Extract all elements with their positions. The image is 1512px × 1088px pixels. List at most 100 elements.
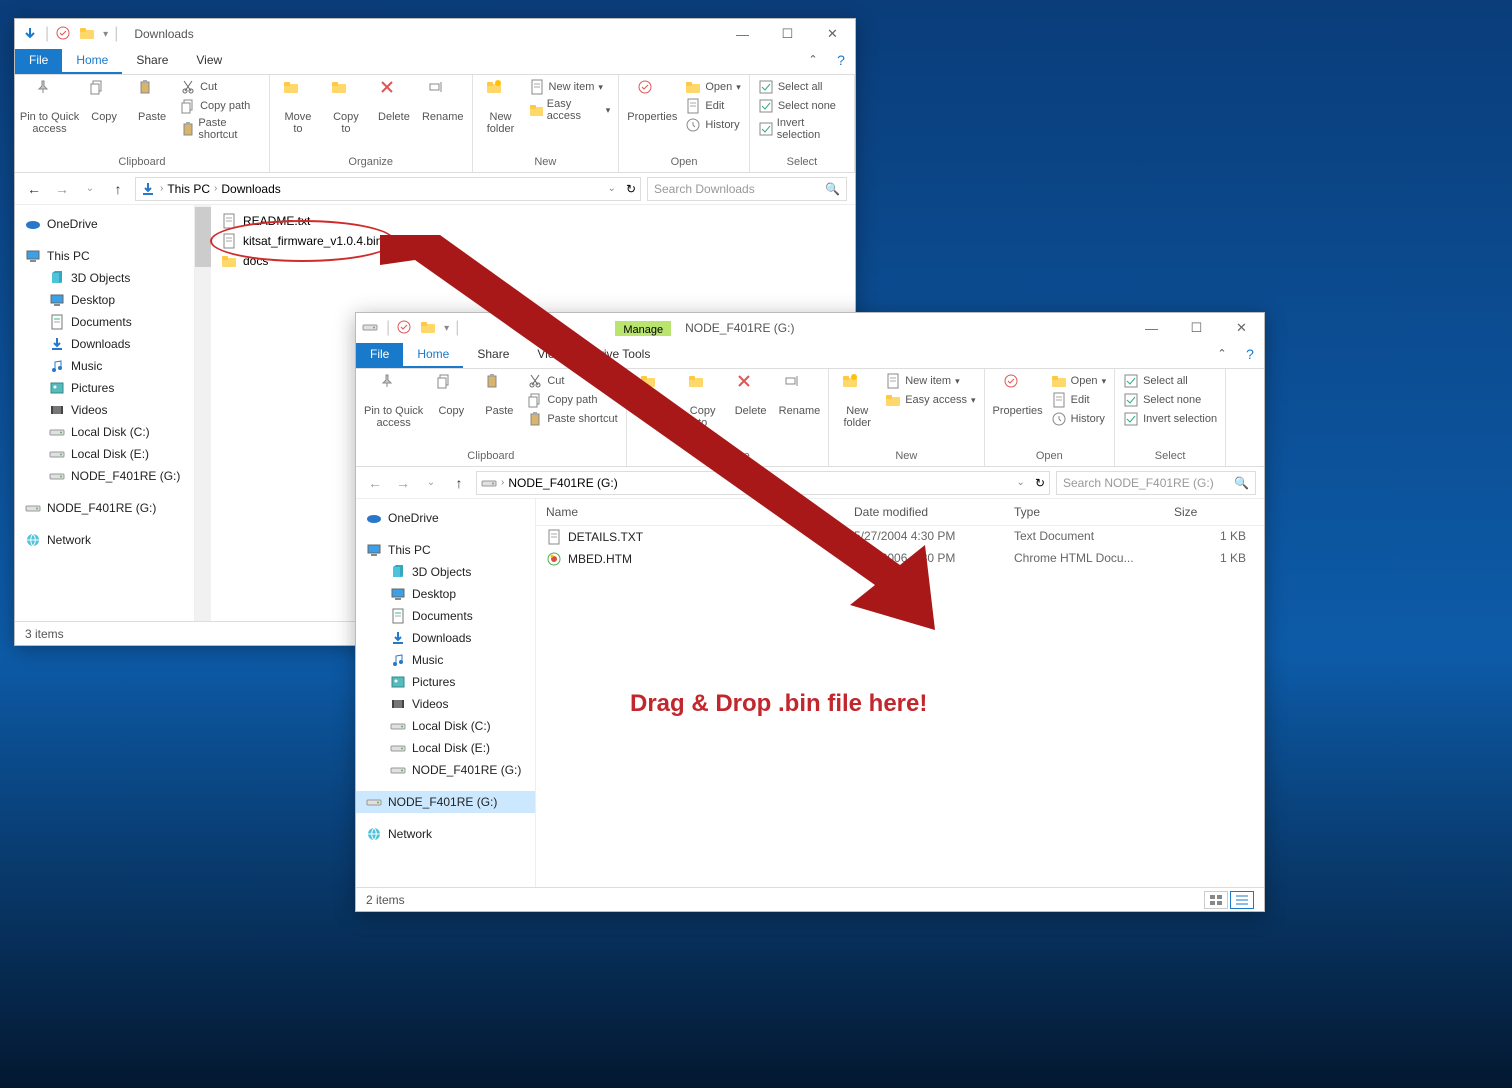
select-none-button[interactable]: Select none (758, 98, 846, 114)
breadcrumb-node[interactable]: NODE_F401RE (G:) (508, 476, 617, 490)
view-details[interactable] (1230, 891, 1254, 909)
new-folder-button[interactable]: New folder (837, 373, 877, 429)
properties-icon[interactable] (396, 319, 414, 337)
context-tab-manage[interactable]: Manage (615, 321, 671, 336)
nav-videos[interactable]: Videos (356, 693, 535, 715)
navigation-pane[interactable]: OneDrive This PC 3D Objects Desktop Docu… (356, 499, 536, 887)
ribbon-toggle[interactable]: ⌃ (1204, 343, 1240, 368)
search-input[interactable]: Search NODE_F401RE (G:)🔍 (1056, 471, 1256, 495)
nav-onedrive[interactable]: OneDrive (15, 213, 194, 235)
folder-icon[interactable] (79, 25, 97, 43)
titlebar[interactable]: | ▾ | Manage NODE_F401RE (G:) — ☐ ✕ (356, 313, 1264, 343)
delete-button[interactable]: Delete (731, 373, 771, 417)
forward-button[interactable]: → (51, 178, 73, 200)
nav-desktop[interactable]: Desktop (15, 289, 194, 311)
edit-button[interactable]: Edit (685, 98, 740, 114)
properties-icon[interactable] (55, 25, 73, 43)
qat-dropdown[interactable]: ▾ (444, 323, 449, 334)
tab-file[interactable]: File (356, 343, 403, 368)
rename-button[interactable]: Rename (779, 373, 821, 417)
file-mbed-htm[interactable]: MBED.HTM 5/27/2006 4:30 PM Chrome HTML D… (536, 548, 1264, 570)
nav-videos[interactable]: Videos (15, 399, 194, 421)
paste-button[interactable]: Paste (132, 79, 172, 123)
invert-selection-button[interactable]: Invert selection (1123, 411, 1217, 427)
nav-downloads[interactable]: Downloads (356, 627, 535, 649)
copy-button[interactable]: Copy (84, 79, 124, 123)
nav-downloads[interactable]: Downloads (15, 333, 194, 355)
col-name[interactable]: Name (546, 505, 854, 519)
paste-button[interactable]: Paste (479, 373, 519, 417)
breadcrumb[interactable]: › NODE_F401RE (G:) ⌄ ↻ (476, 471, 1050, 495)
nav-pictures[interactable]: Pictures (15, 377, 194, 399)
up-button[interactable]: ↑ (107, 178, 129, 200)
nav-music[interactable]: Music (15, 355, 194, 377)
breadcrumb-thispc[interactable]: This PC (167, 182, 210, 196)
view-large-icons[interactable] (1204, 891, 1228, 909)
recent-button[interactable]: ⌄ (420, 472, 442, 494)
folder-icon[interactable] (420, 319, 438, 337)
copy-to-button[interactable]: Copy to (326, 79, 366, 135)
copy-path-button[interactable]: Copy path (527, 392, 617, 408)
navigation-pane[interactable]: OneDrive This PC 3D Objects Desktop Docu… (15, 205, 195, 621)
copy-to-button[interactable]: Copy to (683, 373, 723, 429)
nav-local-c[interactable]: Local Disk (C:) (356, 715, 535, 737)
minimize-button[interactable]: — (1129, 313, 1174, 343)
qat-dropdown[interactable]: ▾ (103, 29, 108, 40)
back-button[interactable]: ← (23, 178, 45, 200)
nav-music[interactable]: Music (356, 649, 535, 671)
copy-button[interactable]: Copy (431, 373, 471, 417)
nav-scrollbar[interactable] (195, 205, 211, 621)
up-button[interactable]: ↑ (448, 472, 470, 494)
recent-button[interactable]: ⌄ (79, 178, 101, 200)
forward-button[interactable]: → (392, 472, 414, 494)
col-size[interactable]: Size (1174, 505, 1254, 519)
properties-button[interactable]: Properties (993, 373, 1043, 417)
easy-access-button[interactable]: Easy access▾ (529, 98, 611, 122)
tab-view[interactable]: View (523, 343, 577, 368)
file-firmware-bin[interactable]: kitsat_firmware_v1.0.4.bin (221, 231, 845, 251)
invert-selection-button[interactable]: Invert selection (758, 117, 846, 141)
edit-button[interactable]: Edit (1051, 392, 1106, 408)
delete-button[interactable]: Delete (374, 79, 414, 123)
file-list[interactable]: DETAILS.TXT 5/27/2004 4:30 PM Text Docum… (536, 526, 1264, 887)
titlebar[interactable]: | ▾ | Downloads — ☐ ✕ (15, 19, 855, 49)
file-details-txt[interactable]: DETAILS.TXT 5/27/2004 4:30 PM Text Docum… (536, 526, 1264, 548)
nav-node-g-root[interactable]: NODE_F401RE (G:) (356, 791, 535, 813)
help-button[interactable]: ? (831, 49, 855, 74)
tab-home[interactable]: Home (403, 343, 463, 368)
nav-thispc[interactable]: This PC (356, 539, 535, 561)
breadcrumb[interactable]: › This PC › Downloads ⌄ ↻ (135, 177, 641, 201)
rename-button[interactable]: Rename (422, 79, 464, 123)
select-none-button[interactable]: Select none (1123, 392, 1217, 408)
col-type[interactable]: Type (1014, 505, 1174, 519)
tab-drive-tools[interactable]: Drive Tools (577, 343, 664, 368)
new-item-button[interactable]: New item▾ (529, 79, 611, 95)
move-to-button[interactable]: Move to (635, 373, 675, 429)
move-to-button[interactable]: Move to (278, 79, 318, 135)
column-headers[interactable]: Name Date modified Type Size (536, 499, 1264, 526)
refresh-button[interactable]: ↻ (626, 182, 636, 196)
tab-view[interactable]: View (182, 49, 236, 74)
nav-network[interactable]: Network (356, 823, 535, 845)
nav-3d-objects[interactable]: 3D Objects (356, 561, 535, 583)
tab-file[interactable]: File (15, 49, 62, 74)
file-docs[interactable]: docs (221, 251, 845, 271)
nav-documents[interactable]: Documents (356, 605, 535, 627)
tab-share[interactable]: Share (463, 343, 523, 368)
tab-home[interactable]: Home (62, 49, 122, 74)
paste-shortcut-button[interactable]: Paste shortcut (180, 117, 261, 141)
cut-button[interactable]: Cut (527, 373, 617, 389)
nav-pictures[interactable]: Pictures (356, 671, 535, 693)
copy-path-button[interactable]: Copy path (180, 98, 261, 114)
nav-local-e[interactable]: Local Disk (E:) (15, 443, 194, 465)
maximize-button[interactable]: ☐ (765, 19, 810, 49)
history-button[interactable]: History (685, 117, 740, 133)
nav-node-g[interactable]: NODE_F401RE (G:) (15, 465, 194, 487)
nav-local-c[interactable]: Local Disk (C:) (15, 421, 194, 443)
nav-local-e[interactable]: Local Disk (E:) (356, 737, 535, 759)
close-button[interactable]: ✕ (1219, 313, 1264, 343)
new-folder-button[interactable]: New folder (481, 79, 521, 135)
select-all-button[interactable]: Select all (758, 79, 846, 95)
minimize-button[interactable]: — (720, 19, 765, 49)
properties-button[interactable]: Properties (627, 79, 677, 123)
